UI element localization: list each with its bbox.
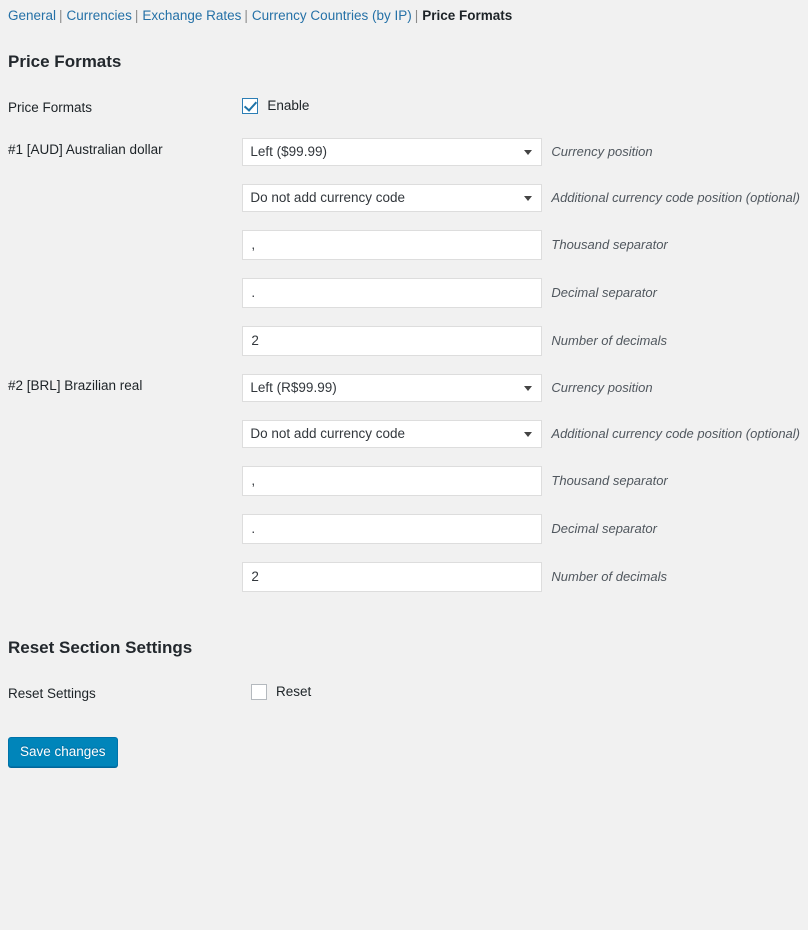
input-decimal-separator[interactable]: .	[242, 514, 543, 544]
field-line: Do not add currency code Additional curre…	[242, 184, 800, 212]
currency-subrow: Do not add currency code Additional curre…	[8, 175, 800, 221]
field-description: Number of decimals	[551, 569, 668, 584]
select-additional-currency-code-position-optional[interactable]: Do not add currency code	[242, 420, 543, 448]
settings-page: General | Currencies | Exchange Rates | Curren…	[0, 0, 808, 767]
field-line: . Decimal separator	[242, 514, 800, 544]
input-thousand-separator[interactable]: ,	[242, 230, 543, 260]
input-decimal-separator[interactable]: .	[242, 278, 543, 308]
subsubsub-nav: General | Currencies | Exchange Rates | Curren…	[8, 0, 800, 25]
chevron-down-icon	[524, 386, 533, 391]
chevron-down-icon	[524, 196, 533, 201]
reset-checkbox[interactable]	[251, 684, 267, 700]
currency-subrow: . Decimal separator	[8, 505, 800, 553]
bottom-strip	[0, 930, 808, 934]
currency-row: #2 [BRL] Brazilian real Left (R$99.99) Cur…	[8, 365, 800, 411]
currency-subrow: 2 Number of decimals	[8, 553, 800, 601]
submit-area: Save changes	[8, 715, 800, 767]
enable-checkbox-label[interactable]: Enable	[267, 97, 309, 115]
input-value: ,	[251, 237, 256, 252]
nav-separator: |	[134, 8, 139, 23]
nav-link-price-formats: Price Formats	[422, 8, 513, 23]
select-additional-currency-code-position-optional[interactable]: Do not add currency code	[242, 184, 543, 212]
reset-settings-label: Reset Settings	[8, 686, 96, 701]
input-number-of-decimals[interactable]: 2	[242, 326, 543, 356]
select-value: Do not add currency code	[250, 426, 405, 441]
field-description: Number of decimals	[551, 333, 668, 348]
field-line: 2 Number of decimals	[242, 562, 800, 592]
nav-separator: |	[414, 8, 419, 23]
select-currency-position[interactable]: Left (R$99.99)	[242, 374, 543, 402]
reset-checkbox-line: Reset	[251, 682, 800, 701]
input-thousand-separator[interactable]: ,	[242, 466, 543, 496]
currency-label-empty	[8, 553, 242, 601]
field-line: , Thousand separator	[242, 466, 800, 496]
currency-subrow: . Decimal separator	[8, 269, 800, 317]
select-value: Left ($99.99)	[250, 144, 327, 159]
input-value: 2	[251, 333, 259, 348]
nav-link-general[interactable]: General	[8, 8, 56, 23]
nav-link-exchange-rates[interactable]: Exchange Rates	[142, 8, 241, 23]
chevron-down-icon	[524, 150, 533, 155]
currency-subrow: 2 Number of decimals	[8, 317, 800, 365]
page-title: Price Formats	[8, 52, 122, 71]
field-line: Left ($99.99) Currency position	[242, 138, 800, 166]
price-formats-enable-row: Price Formats Enable	[8, 87, 800, 129]
currency-label-empty	[8, 411, 242, 457]
select-currency-position[interactable]: Left ($99.99)	[242, 138, 543, 166]
currency-label-empty	[8, 221, 242, 269]
input-value: .	[251, 521, 256, 536]
field-description: Decimal separator	[551, 521, 657, 536]
currency-label: #2 [BRL] Brazilian real	[8, 378, 143, 393]
nav-link-currencies[interactable]: Currencies	[67, 8, 132, 23]
currency-label-empty	[8, 457, 242, 505]
field-line: Left (R$99.99) Currency position	[242, 374, 800, 402]
field-description: Currency position	[551, 380, 653, 395]
input-number-of-decimals[interactable]: 2	[242, 562, 543, 592]
reset-section-title: Reset Section Settings	[8, 638, 193, 657]
reset-form-table: Reset Settings Reset	[8, 673, 800, 715]
field-description: Additional currency code position (optio…	[551, 426, 800, 441]
currency-label-empty	[8, 269, 242, 317]
currency-label-empty	[8, 505, 242, 553]
input-value: .	[251, 285, 256, 300]
currency-subrow: , Thousand separator	[8, 457, 800, 505]
chevron-down-icon	[524, 432, 533, 437]
field-description: Thousand separator	[551, 237, 668, 252]
enable-checkbox[interactable]	[242, 98, 259, 114]
input-value: ,	[251, 473, 256, 488]
enable-checkbox-line: Enable	[242, 96, 800, 115]
input-value: 2	[251, 569, 259, 584]
field-description: Thousand separator	[551, 473, 668, 488]
nav-separator: |	[59, 8, 63, 23]
reset-settings-row: Reset Settings Reset	[8, 673, 800, 715]
field-line: , Thousand separator	[242, 230, 800, 260]
save-changes-button[interactable]: Save changes	[8, 737, 118, 767]
select-value: Do not add currency code	[250, 190, 405, 205]
field-description: Decimal separator	[551, 285, 657, 300]
price-formats-enable-label: Price Formats	[8, 100, 93, 115]
field-line: Do not add currency code Additional curre…	[242, 420, 800, 448]
field-description: Additional currency code position (optio…	[551, 190, 800, 205]
price-formats-form-table: Price Formats Enable #1 [AUD] Australian d…	[8, 87, 800, 601]
currency-label-empty	[8, 175, 242, 221]
select-value: Left (R$99.99)	[250, 380, 337, 395]
field-line: 2 Number of decimals	[242, 326, 800, 356]
currency-subrow: Do not add currency code Additional curre…	[8, 411, 800, 457]
nav-link-currency-countries-by-ip[interactable]: Currency Countries (by IP)	[252, 8, 412, 23]
reset-checkbox-label[interactable]: Reset	[276, 683, 311, 701]
currency-label-empty	[8, 317, 242, 365]
currency-row: #1 [AUD] Australian dollar Left ($99.99) C…	[8, 129, 800, 175]
nav-separator: |	[244, 8, 248, 23]
field-line: . Decimal separator	[242, 278, 800, 308]
currency-subrow: , Thousand separator	[8, 221, 800, 269]
currency-label: #1 [AUD] Australian dollar	[8, 142, 163, 157]
field-description: Currency position	[551, 144, 653, 159]
